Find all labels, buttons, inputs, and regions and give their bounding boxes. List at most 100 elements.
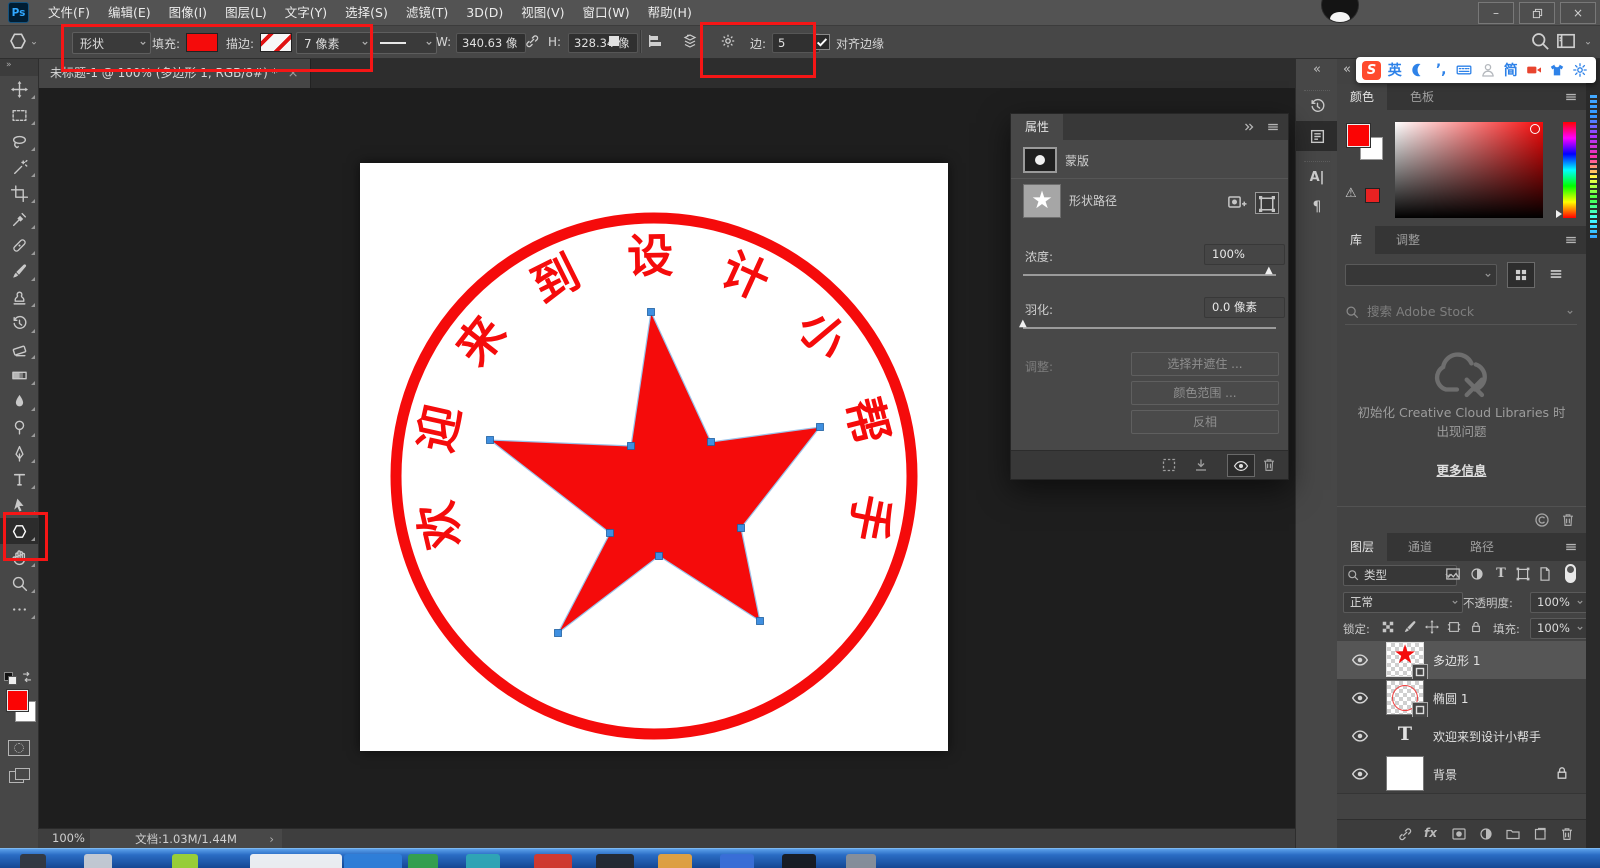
saturation-brightness-field[interactable] xyxy=(1395,122,1543,218)
blur-tool[interactable] xyxy=(0,388,38,414)
menu-item[interactable]: 编辑(E) xyxy=(99,0,160,25)
layer-row-background[interactable]: 背景 xyxy=(1337,755,1586,794)
tab-adjustments[interactable]: 调整 xyxy=(1383,226,1433,254)
gamut-color-swatch[interactable] xyxy=(1365,188,1380,203)
path-anchor-point[interactable] xyxy=(708,439,715,446)
fill-color-swatch[interactable] xyxy=(186,33,218,52)
density-slider-track[interactable] xyxy=(1023,274,1276,276)
status-expander-icon[interactable]: › xyxy=(269,829,274,849)
taskbar-item[interactable] xyxy=(408,854,438,868)
trash-icon[interactable] xyxy=(1560,512,1576,528)
layer-visibility-eye-icon[interactable] xyxy=(1351,689,1369,707)
path-alignment-icon[interactable] xyxy=(648,33,664,49)
shape-width-field[interactable]: 340.63 像 xyxy=(456,33,526,53)
layer-thumbnail[interactable] xyxy=(1387,681,1423,714)
density-field[interactable]: 100% xyxy=(1204,244,1285,265)
select-and-mask-button[interactable]: 选择并遮住 ... xyxy=(1131,352,1279,376)
layer-visibility-eye-icon[interactable] xyxy=(1351,727,1369,745)
invert-button[interactable]: 反相 xyxy=(1131,410,1279,434)
star-shape-path[interactable] xyxy=(490,312,820,633)
zoom-level-field[interactable]: 100% xyxy=(52,831,85,845)
path-anchor-point[interactable] xyxy=(656,553,663,560)
magic-wand-tool[interactable] xyxy=(0,154,38,180)
dodge-tool[interactable] xyxy=(0,414,38,440)
healing-brush-tool[interactable] xyxy=(0,232,38,258)
user-avatar[interactable] xyxy=(1322,0,1358,22)
mask-visibility-toggle[interactable] xyxy=(1227,454,1255,477)
more-info-link[interactable]: 更多信息 xyxy=(1337,460,1586,479)
apply-mask-icon[interactable] xyxy=(1193,457,1209,473)
color-picker-marker[interactable] xyxy=(1530,124,1540,134)
taskbar-item[interactable] xyxy=(846,854,876,868)
filter-smart-objects-icon[interactable] xyxy=(1537,566,1553,582)
paragraph-panel-icon[interactable]: ¶ xyxy=(1296,192,1338,222)
document-tab[interactable]: 未标题-1 @ 100% (多边形 1, RGB/8#) *× xyxy=(38,58,311,88)
layer-visibility-eye-icon[interactable] xyxy=(1351,765,1369,783)
close-document-icon[interactable]: × xyxy=(288,66,299,81)
moon-icon[interactable] xyxy=(1408,61,1427,80)
toolbar-collapse-icon[interactable]: » xyxy=(0,58,38,76)
tab-paths[interactable]: 路径 xyxy=(1457,533,1507,561)
menu-item[interactable]: 滤镜(T) xyxy=(397,0,457,25)
hand-tool[interactable] xyxy=(0,544,38,570)
ime-logo[interactable]: S xyxy=(1362,61,1381,80)
tab-libraries[interactable]: 库 xyxy=(1337,226,1375,254)
menu-item[interactable]: 图像(I) xyxy=(160,0,216,25)
simplified-chinese-indicator[interactable]: 简 xyxy=(1501,61,1520,80)
history-panel-icon[interactable] xyxy=(1296,91,1338,121)
path-anchor-point[interactable] xyxy=(757,618,764,625)
panel-menu-icon[interactable] xyxy=(1564,540,1578,554)
close-button[interactable]: × xyxy=(1560,2,1596,24)
density-slider-thumb[interactable]: ▲ xyxy=(1265,266,1273,276)
path-anchor-point[interactable] xyxy=(738,525,745,532)
stamp-artwork[interactable]: 欢迎来到设计小帮手 xyxy=(360,163,948,751)
windows-taskbar[interactable] xyxy=(0,848,1600,868)
collapse-panels-icon[interactable]: « xyxy=(1343,62,1351,77)
menu-item[interactable]: 帮助(H) xyxy=(639,0,701,25)
layer-row-polygon[interactable]: ★多边形 1 xyxy=(1337,641,1586,680)
taskbar-item[interactable] xyxy=(344,854,402,868)
tab-color[interactable]: 颜色 xyxy=(1337,84,1387,110)
add-layer-mask-icon[interactable] xyxy=(1451,826,1467,842)
filter-pixel-layers-icon[interactable] xyxy=(1445,566,1461,582)
character-panel-icon[interactable]: A| xyxy=(1296,162,1338,192)
fill-dropdown[interactable]: 100% xyxy=(1530,618,1588,639)
path-selection-tool[interactable] xyxy=(0,492,38,518)
new-group-folder-icon[interactable] xyxy=(1505,826,1521,842)
screen-mode-button[interactable] xyxy=(9,768,29,782)
layer-thumbnail[interactable] xyxy=(1387,757,1423,790)
filter-adjustment-layers-icon[interactable] xyxy=(1469,566,1485,582)
sync-cc-icon[interactable] xyxy=(1534,512,1550,528)
feather-field[interactable]: 0.0 像素 xyxy=(1204,297,1285,318)
menu-item[interactable]: 图层(L) xyxy=(216,0,276,25)
quick-mask-button[interactable] xyxy=(8,740,30,756)
lock-all-icon[interactable] xyxy=(1469,620,1483,634)
search-icon[interactable] xyxy=(1530,31,1550,51)
path-anchor-point[interactable] xyxy=(607,530,614,537)
stroke-color-swatch[interactable] xyxy=(260,33,292,52)
panel-menu-icon[interactable] xyxy=(1266,120,1280,134)
path-anchor-point[interactable] xyxy=(648,309,655,316)
tab-channels[interactable]: 通道 xyxy=(1395,533,1445,561)
layer-style-fx-icon[interactable]: fx xyxy=(1424,826,1437,842)
shape-path-thumbnail[interactable]: ★ xyxy=(1023,184,1061,218)
load-selection-icon[interactable] xyxy=(1161,457,1177,473)
artboard[interactable]: 欢迎来到设计小帮手 xyxy=(360,163,948,751)
new-layer-icon[interactable] xyxy=(1532,826,1548,842)
eraser-tool[interactable] xyxy=(0,336,38,362)
layer-thumbnail[interactable]: ★ xyxy=(1387,643,1423,676)
taskbar-item[interactable] xyxy=(20,854,46,868)
taskbar-item[interactable] xyxy=(84,854,112,868)
lock-artboard-icon[interactable] xyxy=(1447,620,1461,634)
link-dimensions-icon[interactable] xyxy=(524,33,540,49)
expand-panels-icon[interactable]: « xyxy=(1296,58,1338,80)
tab-properties[interactable]: 属性 xyxy=(1011,114,1063,140)
move-tool[interactable] xyxy=(0,76,38,102)
feather-slider-thumb[interactable]: ▲ xyxy=(1019,319,1027,329)
stroke-width-dropdown[interactable]: 7 像素 xyxy=(296,32,373,54)
feather-slider-track[interactable] xyxy=(1023,327,1276,329)
lang-mode-indicator[interactable]: 英 xyxy=(1385,61,1404,80)
menu-item[interactable]: 文件(F) xyxy=(39,0,99,25)
gamut-warning-icon[interactable]: ⚠ xyxy=(1345,186,1357,201)
grid-view-button[interactable] xyxy=(1507,262,1535,288)
